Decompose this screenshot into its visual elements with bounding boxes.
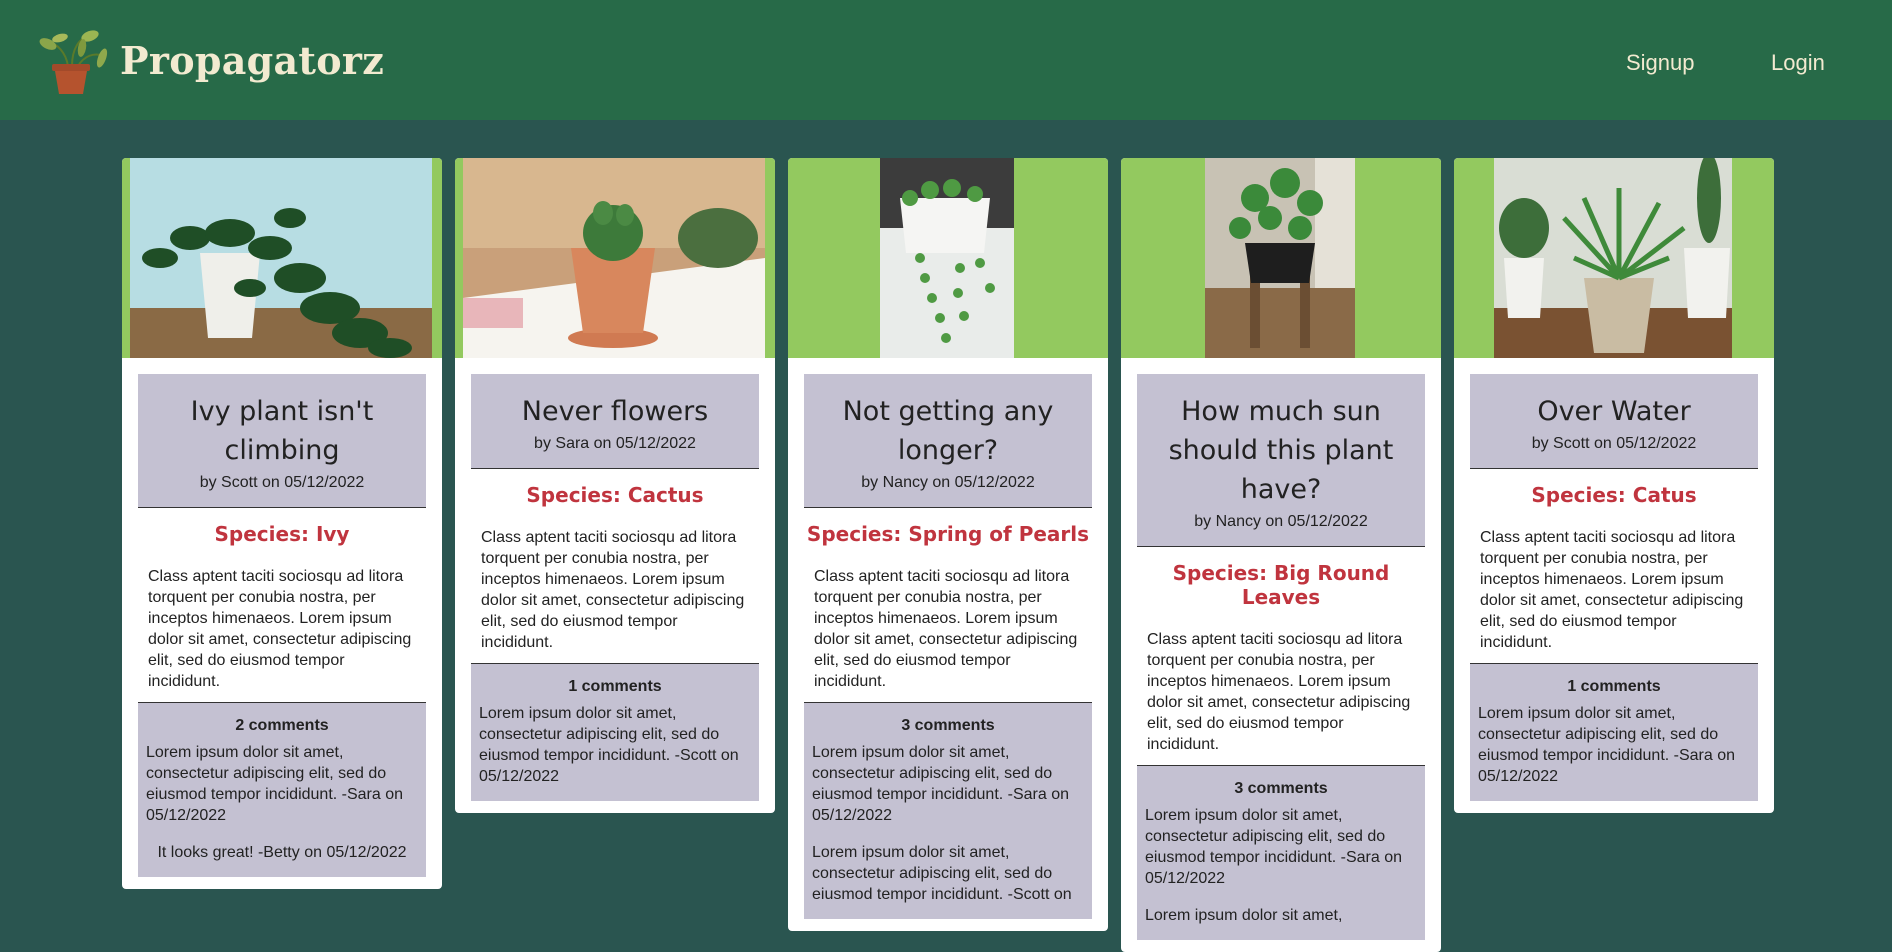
post-author: by Nancy on 05/12/2022 — [1194, 513, 1368, 530]
comments-count[interactable]: 1 comments — [1478, 678, 1750, 696]
post-description: Class aptent taciti sociosqu ad litora t… — [1147, 631, 1411, 753]
comment: Lorem ipsum dolor sit amet, consectetur … — [146, 744, 404, 824]
post-species: Species: Cactus — [526, 483, 704, 507]
post-author: by Scott on 05/12/2022 — [1531, 435, 1697, 452]
post-title[interactable]: Not getting any longer? — [814, 392, 1082, 470]
post-image — [122, 158, 442, 358]
pilea-plant-photo — [1205, 158, 1355, 358]
comment: It looks great! -Betty on 05/12/2022 — [157, 844, 407, 861]
post-header: Over Water by Scott on 05/12/2022 — [1470, 374, 1758, 469]
comment: Lorem ipsum dolor sit amet, consectetur … — [1145, 807, 1403, 887]
post-card: Never flowers by Sara on 05/12/2022 Spec… — [455, 158, 775, 813]
post-author: by Sara on 05/12/2022 — [534, 435, 696, 452]
brand-title[interactable]: Propagatorz — [120, 38, 384, 83]
spider-plant-photo — [1494, 158, 1732, 358]
post-image — [788, 158, 1108, 358]
comment: Lorem ipsum dolor sit amet, consectetur … — [812, 744, 1070, 824]
post-species: Species: Catus — [1531, 483, 1697, 507]
post-header: Never flowers by Sara on 05/12/2022 — [471, 374, 759, 469]
post-species: Species: Spring of Pearls — [806, 522, 1090, 546]
comments-section: 1 comments Lorem ipsum dolor sit amet, c… — [471, 663, 759, 801]
post-card: Not getting any longer? by Nancy on 05/1… — [788, 158, 1108, 931]
signup-link[interactable]: Signup — [1626, 50, 1695, 76]
post-author: by Scott on 05/12/2022 — [199, 474, 365, 491]
post-header: Ivy plant isn't climbing by Scott on 05/… — [138, 374, 426, 508]
post-image — [1454, 158, 1774, 358]
string-of-pearls-photo — [880, 158, 1014, 358]
cactus-photo — [463, 158, 765, 358]
post-title[interactable]: Over Water — [1480, 392, 1748, 431]
comments-count[interactable]: 3 comments — [1145, 780, 1417, 798]
comment: Lorem ipsum dolor sit amet, consectetur … — [1478, 705, 1736, 785]
login-link[interactable]: Login — [1771, 50, 1825, 76]
post-description: Class aptent taciti sociosqu ad litora t… — [481, 529, 745, 651]
comments-section: 3 comments Lorem ipsum dolor sit amet, c… — [1137, 765, 1425, 940]
comments-count[interactable]: 1 comments — [479, 678, 751, 696]
post-card: How much sun should this plant have? by … — [1121, 158, 1441, 952]
post-title[interactable]: Never flowers — [481, 392, 749, 431]
post-description: Class aptent taciti sociosqu ad litora t… — [1480, 529, 1744, 651]
post-author: by Nancy on 05/12/2022 — [861, 474, 1035, 491]
post-description: Class aptent taciti sociosqu ad litora t… — [148, 568, 412, 690]
post-header: How much sun should this plant have? by … — [1137, 374, 1425, 547]
post-card: Over Water by Scott on 05/12/2022 Specie… — [1454, 158, 1774, 813]
post-image — [455, 158, 775, 358]
comments-count[interactable]: 3 comments — [812, 717, 1084, 735]
comments-section: 2 comments Lorem ipsum dolor sit amet, c… — [138, 702, 426, 877]
post-title[interactable]: How much sun should this plant have? — [1147, 392, 1415, 509]
comments-section: 1 comments Lorem ipsum dolor sit amet, c… — [1470, 663, 1758, 801]
comment: Lorem ipsum dolor sit amet, consectetur … — [479, 705, 739, 785]
comment: Lorem ipsum dolor sit amet, — [1145, 907, 1343, 924]
comments-count[interactable]: 2 comments — [146, 717, 418, 735]
comment: Lorem ipsum dolor sit amet, consectetur … — [812, 844, 1072, 903]
post-title[interactable]: Ivy plant isn't climbing — [148, 392, 416, 470]
post-image — [1121, 158, 1441, 358]
navbar: Propagatorz Signup Login — [0, 0, 1892, 120]
post-species: Species: Big Round Leaves — [1172, 561, 1390, 609]
post-description: Class aptent taciti sociosqu ad litora t… — [814, 568, 1078, 690]
potted-plant-logo-icon[interactable] — [38, 28, 110, 96]
ivy-plant-photo — [130, 158, 432, 358]
post-species: Species: Ivy — [214, 522, 350, 546]
comments-section: 3 comments Lorem ipsum dolor sit amet, c… — [804, 702, 1092, 919]
post-header: Not getting any longer? by Nancy on 05/1… — [804, 374, 1092, 508]
post-card: Ivy plant isn't climbing by Scott on 05/… — [122, 158, 442, 889]
